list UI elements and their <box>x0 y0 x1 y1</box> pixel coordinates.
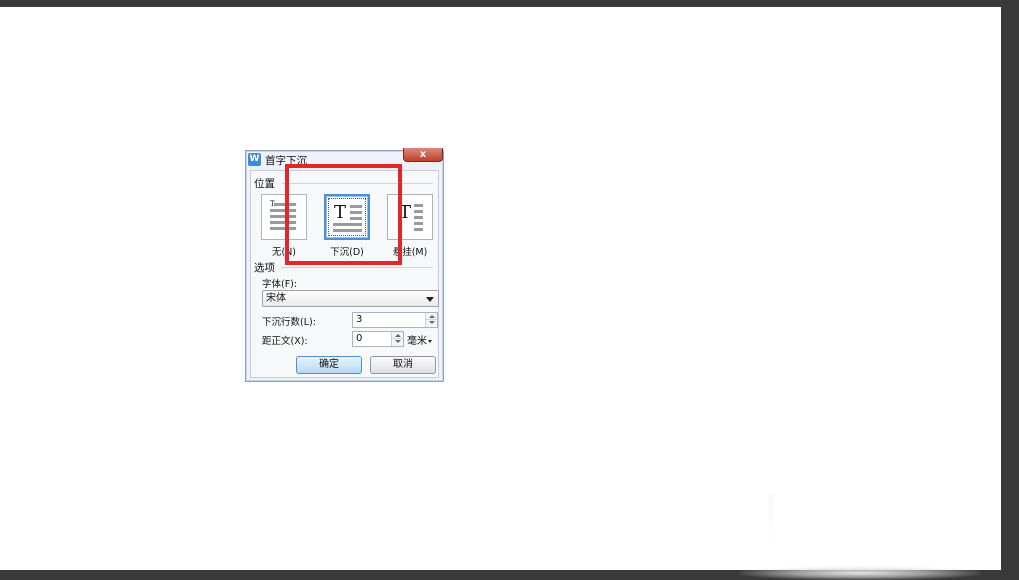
wps-writer-icon: W <box>248 153 261 166</box>
bottom-glow <box>740 566 980 580</box>
distance-stepper[interactable]: 0 <box>352 331 404 347</box>
distance-unit-dropdown[interactable]: 毫米 <box>407 332 432 347</box>
drop-lines-value: 3 <box>356 314 363 325</box>
drop-lines-spin <box>425 313 437 327</box>
distance-unit-label: 毫米 <box>407 336 427 347</box>
preview-line <box>414 222 423 225</box>
distance-value: 0 <box>356 333 363 344</box>
preview-line <box>414 204 423 207</box>
close-button[interactable]: x <box>403 148 443 162</box>
drop-lines-label: 下沉行数(L): <box>262 317 316 328</box>
preview-line <box>414 216 423 219</box>
spin-up-icon[interactable] <box>426 313 437 320</box>
drop-lines-stepper[interactable]: 3 <box>352 312 438 328</box>
ok-button[interactable]: 确定 <box>296 356 362 374</box>
options-section-rule <box>281 267 433 268</box>
font-select[interactable]: 宋体 <box>262 290 439 307</box>
watermark-mark <box>768 494 774 544</box>
distance-spin <box>391 332 403 346</box>
chevron-down-icon <box>426 297 434 302</box>
close-icon: x <box>419 149 427 160</box>
options-section-label: 选项 <box>254 260 278 275</box>
spin-down-icon[interactable] <box>392 339 403 346</box>
font-select-value: 宋体 <box>266 293 286 304</box>
position-section-label: 位置 <box>254 176 278 191</box>
font-label: 字体(F): <box>262 279 298 290</box>
preview-line <box>414 210 423 213</box>
cancel-button[interactable]: 取消 <box>370 356 436 374</box>
chevron-down-icon <box>428 339 432 343</box>
annotation-highlight-box <box>285 164 402 265</box>
spin-down-icon[interactable] <box>426 320 437 327</box>
spin-up-icon[interactable] <box>392 332 403 339</box>
distance-label: 距正文(X): <box>262 336 308 347</box>
preview-line <box>414 228 423 231</box>
document-canvas <box>0 7 1001 570</box>
